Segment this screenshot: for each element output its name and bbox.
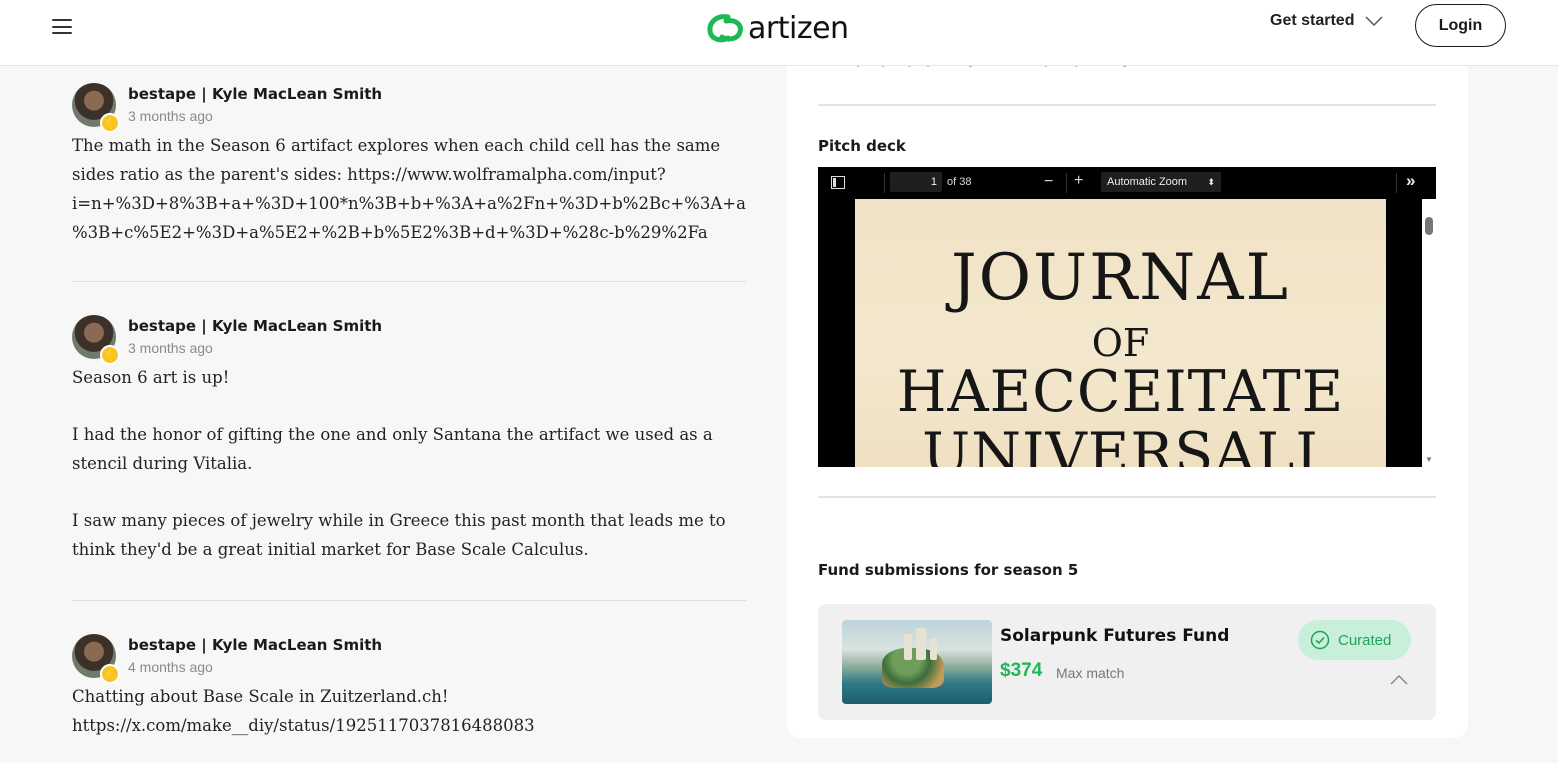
divider <box>72 600 746 601</box>
pdf-title-line: JOURNAL <box>951 241 1290 315</box>
logo-text: artizen <box>748 10 849 46</box>
get-started-dropdown[interactable]: Get started <box>1270 12 1384 30</box>
max-match-label: Max match <box>1056 665 1125 681</box>
hamburger-menu-icon[interactable] <box>52 18 72 34</box>
artizen-logo-mark-icon <box>707 14 743 43</box>
comment-time: 4 months ago <box>128 659 213 675</box>
scroll-down-arrow-icon[interactable]: ▼ <box>1425 455 1433 464</box>
comment-paragraph: I had the honor of gifting the one and o… <box>72 425 713 473</box>
pdf-viewer[interactable]: 1 of 38 − + Automatic Zoom ⬍ » JOURNAL OF… <box>818 167 1436 467</box>
artizen-logo[interactable]: artizen <box>706 8 849 48</box>
toolbar-separator <box>884 173 885 193</box>
lightning-badge-icon: ⚡ <box>100 113 120 133</box>
zoom-out-icon[interactable]: − <box>1044 173 1053 191</box>
comment-item: ⚡ bestape | Kyle MacLean Smith 4 months … <box>72 634 746 740</box>
more-tools-icon[interactable]: » <box>1406 171 1415 191</box>
pitch-deck-heading: Pitch deck <box>818 137 906 155</box>
comment-paragraph: The math in the Season 6 artifact explor… <box>72 136 746 242</box>
divider <box>818 496 1436 498</box>
comment-author[interactable]: bestape | Kyle MacLean Smith <box>128 85 382 103</box>
pdf-scrollbar[interactable]: ▼ <box>1422 199 1436 467</box>
pdf-title-line: UNIVERSALI <box>922 421 1319 467</box>
comment-paragraph: Chatting about Base Scale in Zuitzerland… <box>72 687 535 735</box>
zoom-in-icon[interactable]: + <box>1074 172 1083 190</box>
comment-time: 3 months ago <box>128 340 213 356</box>
select-caret-icon: ⬍ <box>1207 177 1215 187</box>
zoom-select-value: Automatic Zoom <box>1107 176 1188 188</box>
comment-author[interactable]: bestape | Kyle MacLean Smith <box>128 317 382 335</box>
divider <box>72 281 746 282</box>
comment-header: ⚡ bestape | Kyle MacLean Smith 3 months … <box>72 315 746 365</box>
pdf-toolbar: 1 of 38 − + Automatic Zoom ⬍ » <box>818 167 1436 199</box>
login-button[interactable]: Login <box>1415 4 1506 47</box>
zoom-select[interactable]: Automatic Zoom ⬍ <box>1101 172 1221 192</box>
comment-body: Chatting about Base Scale in Zuitzerland… <box>72 682 552 740</box>
curated-label: Curated <box>1338 631 1392 649</box>
comment-body: The math in the Season 6 artifact explor… <box>72 131 746 247</box>
avatar[interactable]: ⚡ <box>72 315 120 365</box>
fund-amount: $374 <box>1000 660 1043 681</box>
top-nav: artizen Get started Login <box>0 0 1558 66</box>
fund-name[interactable]: Solarpunk Futures Fund <box>1000 626 1229 646</box>
page-count: of 38 <box>947 176 972 188</box>
comment-item: ⚡ bestape | Kyle MacLean Smith 3 months … <box>72 315 746 564</box>
avatar[interactable]: ⚡ <box>72 83 120 133</box>
fund-thumbnail <box>842 620 992 704</box>
comment-header: ⚡ bestape | Kyle MacLean Smith 3 months … <box>72 83 746 133</box>
comment-body: Season 6 art is up! I had the honor of g… <box>72 363 746 564</box>
comment-paragraph: Season 6 art is up! <box>72 368 230 387</box>
lightning-badge-icon: ⚡ <box>100 664 120 684</box>
project-side-panel: other people (especially architects) sur… <box>787 56 1468 738</box>
get-started-label: Get started <box>1270 12 1355 29</box>
avatar[interactable]: ⚡ <box>72 634 120 684</box>
fund-card[interactable]: Solarpunk Futures Fund $374 Max match Cu… <box>818 604 1436 720</box>
pdf-title-line: HAECCEITATE <box>896 359 1345 425</box>
chevron-up-icon[interactable] <box>1390 674 1408 686</box>
comment-header: ⚡ bestape | Kyle MacLean Smith 4 months … <box>72 634 746 684</box>
comment-author[interactable]: bestape | Kyle MacLean Smith <box>128 636 382 654</box>
pdf-page: JOURNAL OF HAECCEITATE UNIVERSALI <box>855 199 1386 467</box>
divider <box>818 104 1436 106</box>
check-circle-icon <box>1310 630 1330 650</box>
comment-time: 3 months ago <box>128 108 213 124</box>
scrollbar-thumb[interactable] <box>1425 217 1433 235</box>
sidebar-toggle-icon[interactable] <box>831 176 845 189</box>
curated-badge: Curated <box>1298 620 1411 660</box>
fund-submissions-heading: Fund submissions for season 5 <box>818 561 1079 579</box>
lightning-badge-icon: ⚡ <box>100 345 120 365</box>
comment-paragraph: I saw many pieces of jewelry while in Gr… <box>72 511 726 559</box>
toolbar-separator <box>1396 173 1397 193</box>
comment-item: ⚡ bestape | Kyle MacLean Smith 3 months … <box>72 83 746 247</box>
chevron-down-icon <box>1365 16 1383 27</box>
page-number-input[interactable]: 1 <box>890 172 942 192</box>
toolbar-separator <box>1066 173 1067 193</box>
